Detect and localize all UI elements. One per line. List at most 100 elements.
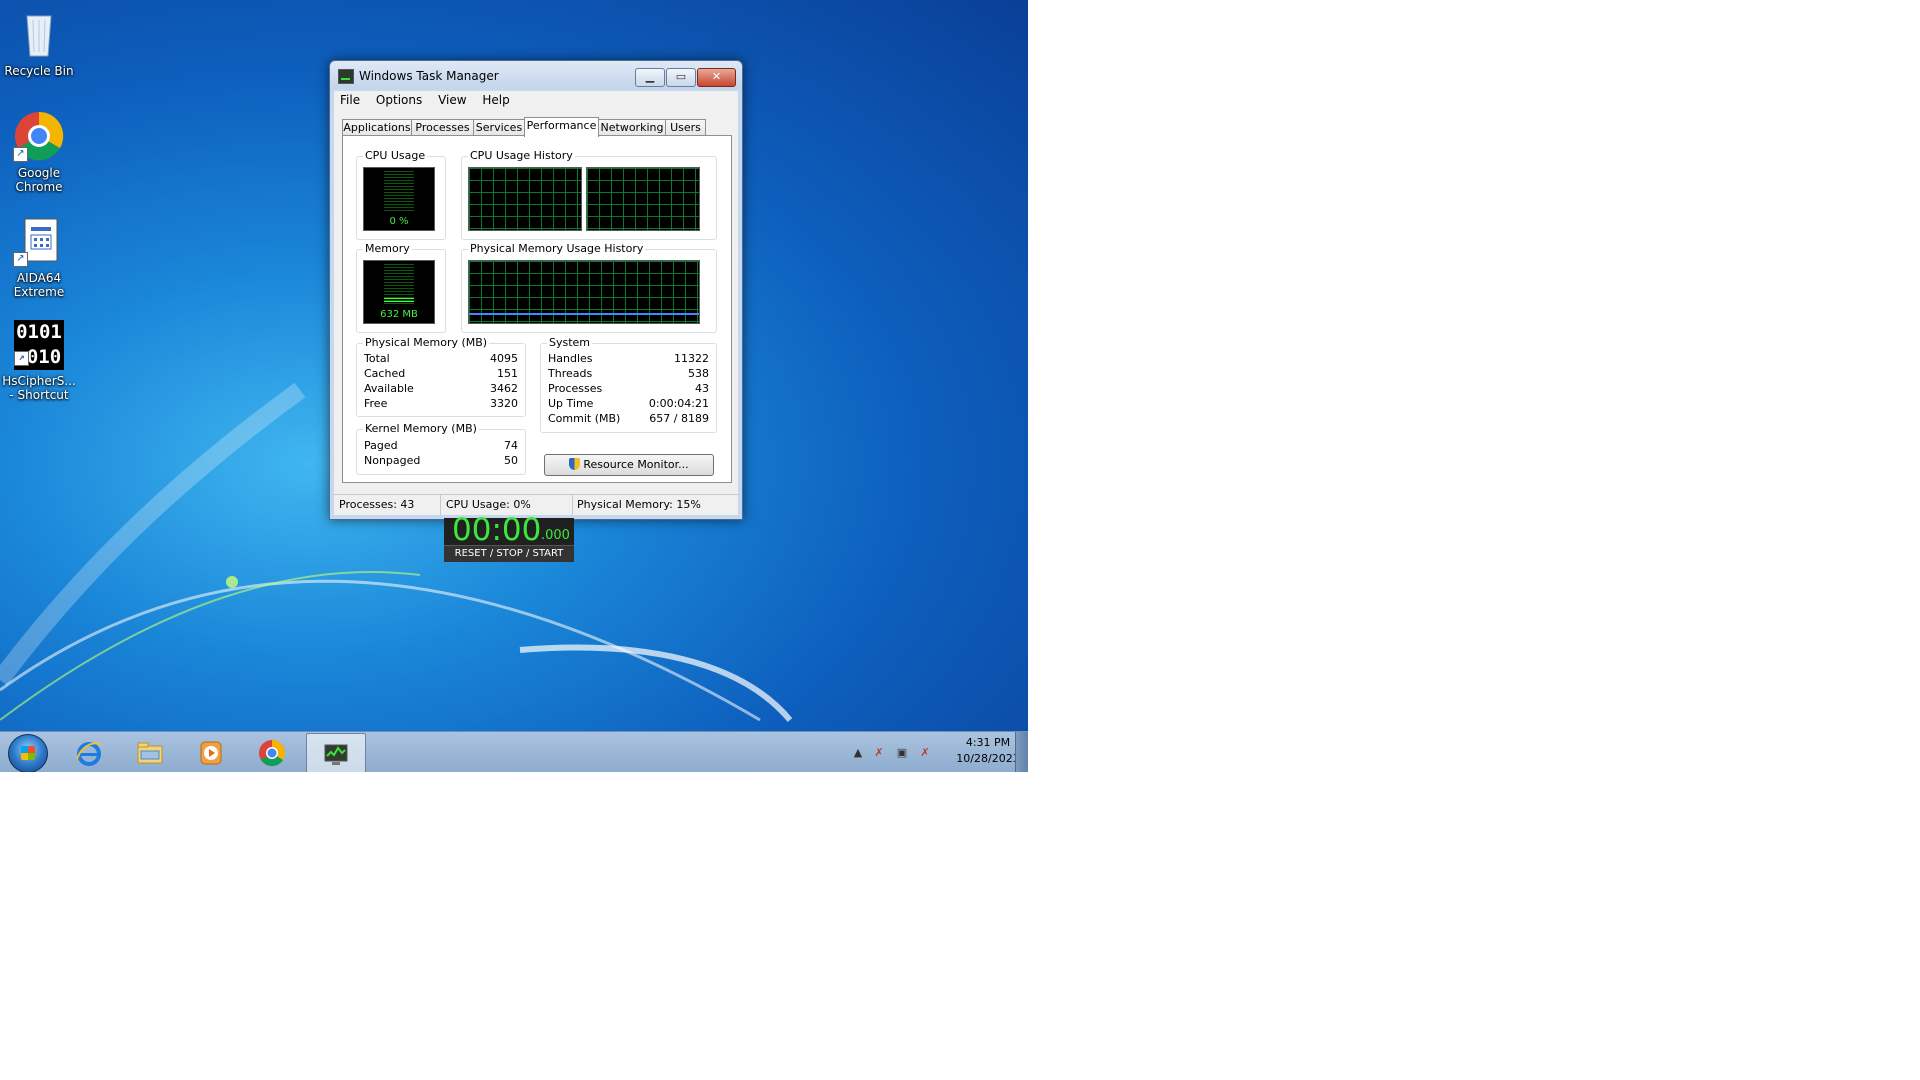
- stat-row: Cached 151: [364, 367, 518, 382]
- stat-row: Processes 43: [548, 382, 709, 397]
- desktop-icon-label: Recycle Bin: [4, 64, 74, 78]
- stat-key: Processes: [548, 382, 603, 395]
- stopwatch-time: 00:00: [452, 512, 542, 548]
- taskbar-media-player[interactable]: [182, 733, 240, 772]
- volume-muted-icon[interactable]: ✗: [918, 746, 932, 760]
- show-hidden-icons-icon[interactable]: ▲: [851, 746, 865, 760]
- taskbar-google-chrome[interactable]: [243, 733, 301, 772]
- stat-value: 538: [688, 367, 709, 380]
- maximize-button[interactable]: ▭: [666, 68, 696, 87]
- shortcut-arrow-icon: ↗: [14, 351, 29, 366]
- menu-bar: File Options View Help: [334, 91, 738, 109]
- minimize-button[interactable]: ▁: [635, 68, 665, 87]
- tab-performance[interactable]: Performance: [524, 117, 599, 137]
- performance-panel: CPU Usage 0 % CPU Usage History Memory 6…: [342, 135, 732, 483]
- meter-bars: [384, 171, 414, 211]
- kernel-memory-label: Kernel Memory (MB): [363, 422, 479, 435]
- stat-value: 50: [504, 454, 518, 467]
- media-player-icon: [200, 741, 222, 765]
- taskbar-internet-explorer[interactable]: [60, 733, 118, 772]
- shortcut-arrow-icon: ↗: [13, 252, 28, 267]
- stat-key: Commit (MB): [548, 412, 621, 425]
- title-bar[interactable]: Windows Task Manager ▁ ▭ ✕: [330, 61, 742, 89]
- desktop: Recycle Bin ↗ Google Chrome ↗ AIDA64 Ext…: [0, 0, 1028, 772]
- binary-icon: 0101 010 ↗: [14, 320, 64, 370]
- recycle-bin-icon: [13, 8, 65, 60]
- stopwatch-ms: .000: [541, 528, 570, 543]
- cpu-usage-meter: 0 %: [363, 167, 435, 231]
- resource-monitor-label: Resource Monitor...: [583, 458, 689, 471]
- menu-options[interactable]: Options: [370, 91, 428, 109]
- stat-key: Free: [364, 397, 388, 410]
- cpu-history-graph-core-1: [468, 167, 582, 231]
- stopwatch-widget[interactable]: 00:00 .000 RESET / STOP / START: [444, 512, 574, 562]
- tab-applications[interactable]: Applications: [342, 119, 412, 136]
- stat-value: 43: [695, 382, 709, 395]
- clock-time[interactable]: 4:31 PM: [956, 736, 1020, 749]
- cpu-history-group: CPU Usage History: [461, 149, 717, 240]
- tab-services[interactable]: Services: [473, 119, 525, 136]
- desktop-icon-hscipher-shortcut[interactable]: 0101 010 ↗ HsCipherS... - Shortcut: [0, 320, 78, 402]
- tab-users[interactable]: Users: [665, 119, 706, 136]
- stat-row: Paged 74: [364, 439, 518, 454]
- menu-help[interactable]: Help: [476, 91, 515, 109]
- memory-history-label: Physical Memory Usage History: [468, 242, 646, 255]
- physical-memory-label: Physical Memory (MB): [363, 336, 490, 349]
- binary-glyph-line: 0101: [16, 321, 62, 343]
- stat-value: 151: [497, 367, 518, 380]
- stat-row: Total 4095: [364, 352, 518, 367]
- stat-value: 0:00:04:21: [648, 397, 709, 410]
- resource-monitor-button[interactable]: Resource Monitor...: [544, 454, 714, 476]
- notification-area: ▲ ✗ ▣ ✗ 4:31 PM 10/28/2023: [840, 732, 1028, 772]
- taskbar-windows-explorer[interactable]: [121, 733, 179, 772]
- status-processes: Processes: 43: [334, 495, 441, 515]
- memory-history-graph: [468, 260, 700, 324]
- status-physical-memory: Physical Memory: 15%: [577, 498, 701, 511]
- stat-row: Handles 11322: [548, 352, 709, 367]
- stat-value: 11322: [674, 352, 709, 365]
- stat-key: Handles: [548, 352, 593, 365]
- stat-key: Nonpaged: [364, 454, 421, 467]
- desktop-icon-google-chrome[interactable]: ↗ Google Chrome: [0, 110, 78, 194]
- cpu-usage-value: 0 %: [389, 216, 409, 227]
- stat-value: 657 / 8189: [649, 412, 709, 425]
- stat-value: 3320: [490, 397, 518, 410]
- desktop-icon-label: HsCipherS... - Shortcut: [2, 374, 76, 402]
- network-icon[interactable]: ▣: [895, 746, 909, 760]
- stat-value: 4095: [490, 352, 518, 365]
- system-group: System Handles 11322 Threads 538 Processes…: [540, 336, 717, 433]
- close-button[interactable]: ✕: [697, 68, 736, 87]
- stopwatch-controls[interactable]: RESET / STOP / START: [444, 545, 574, 562]
- show-desktop-button[interactable]: [1015, 732, 1028, 772]
- stat-row: Available 3462: [364, 382, 518, 397]
- task-manager-window[interactable]: Windows Task Manager ▁ ▭ ✕ File Options …: [329, 60, 743, 520]
- kernel-memory-group: Kernel Memory (MB) Paged 74 Nonpaged 50: [356, 422, 526, 475]
- meter-fill: [384, 298, 414, 304]
- stat-row: Up Time 0:00:04:21: [548, 397, 709, 412]
- action-center-flag-icon[interactable]: ✗: [872, 746, 886, 760]
- window-body: Applications Processes Services Performa…: [334, 109, 738, 515]
- task-manager-icon: [324, 744, 348, 765]
- menu-view[interactable]: View: [432, 91, 472, 109]
- desktop-icon-recycle-bin[interactable]: Recycle Bin: [0, 8, 78, 78]
- stat-key: Available: [364, 382, 414, 395]
- taskbar-task-manager[interactable]: [306, 733, 366, 772]
- stat-row: Commit (MB) 657 / 8189: [548, 412, 709, 427]
- desktop-icon-label: AIDA64 Extreme: [13, 271, 65, 299]
- chrome-icon: ↗: [13, 110, 65, 162]
- cpu-history-graph-core-2: [586, 167, 700, 231]
- stat-key: Cached: [364, 367, 406, 380]
- memory-label: Memory: [363, 242, 412, 255]
- aida64-icon: ↗: [13, 215, 65, 267]
- menu-file[interactable]: File: [334, 91, 366, 109]
- stat-key: Up Time: [548, 397, 594, 410]
- stat-row: Free 3320: [364, 397, 518, 412]
- cpu-usage-label: CPU Usage: [363, 149, 428, 162]
- uac-shield-icon: [569, 458, 581, 470]
- start-button[interactable]: [8, 734, 48, 772]
- cpu-usage-group: CPU Usage 0 %: [356, 149, 446, 240]
- desktop-icon-aida64[interactable]: ↗ AIDA64 Extreme: [0, 215, 78, 299]
- tab-processes[interactable]: Processes: [411, 119, 474, 136]
- tab-networking[interactable]: Networking: [598, 119, 666, 136]
- memory-value: 632 MB: [380, 309, 418, 320]
